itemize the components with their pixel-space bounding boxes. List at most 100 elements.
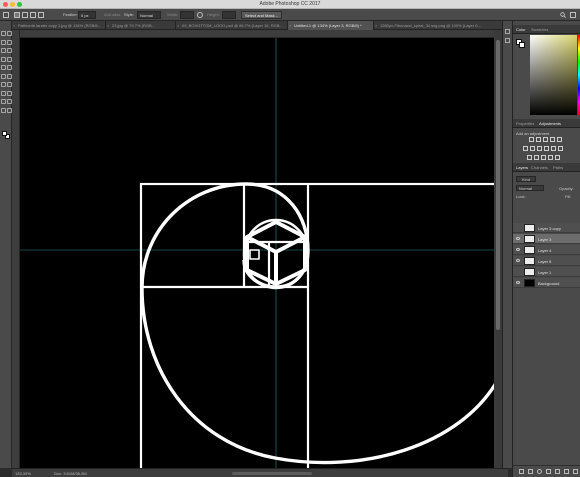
gradient-map-icon[interactable] [548,155,553,160]
tab-document-5[interactable]: × 1280px-Fibonacci_spiral_34.svg.png @ 1… [374,21,508,30]
horizontal-scrollbar[interactable] [232,472,312,475]
hue-saturation-icon[interactable] [523,146,528,151]
style-select[interactable]: Normal [137,11,161,19]
layer-name: Layer 4 [538,248,552,253]
shape-tool-icon[interactable] [6,99,12,104]
lasso-tool-icon[interactable] [1,39,6,45]
tab-channels[interactable]: Channels [531,165,548,170]
layer-style-icon[interactable] [528,469,533,474]
healing-brush-icon[interactable] [1,56,6,62]
tab-adjustments[interactable]: Adjustments [539,121,561,126]
threshold-icon[interactable] [541,155,546,160]
background-color-swatch[interactable] [519,42,525,48]
type-tool-icon[interactable] [6,90,12,96]
levels-icon[interactable] [536,137,541,142]
layer-row[interactable]: Layer 4 [513,245,580,255]
scrollbar-thumb[interactable] [496,40,500,330]
info-panel-icon[interactable] [505,38,510,43]
visibility-eye-icon[interactable] [516,248,520,251]
close-tab-icon[interactable]: × [13,23,15,28]
width-input[interactable] [180,11,194,19]
visibility-eye-icon[interactable] [516,259,520,262]
history-brush-icon[interactable] [6,65,12,70]
quick-select-icon[interactable] [6,39,12,45]
crop-tool-icon[interactable] [1,48,6,53]
gradient-icon[interactable] [6,73,12,79]
search-icon[interactable] [560,12,566,18]
eraser-icon[interactable] [1,73,6,79]
new-selection-icon[interactable] [14,12,20,18]
eyedropper-icon[interactable] [6,48,12,53]
vertical-ruler[interactable] [12,30,20,468]
adjustment-layer-icon[interactable] [546,469,551,474]
tab-document-4[interactable]: × Untitled-1 @ 134% (Layer 3, RGB/8) * [288,21,374,30]
black-white-icon[interactable] [537,146,542,151]
intersect-selection-icon[interactable] [38,12,44,18]
layer-filter-select[interactable]: Kind [516,176,536,182]
close-tab-icon[interactable]: × [107,23,109,28]
new-layer-icon[interactable] [564,469,569,474]
feather-input[interactable]: 0 px [78,11,96,19]
photo-filter-icon[interactable] [544,146,549,151]
document-size[interactable]: Doc: 3.61M/36.0M [54,471,87,476]
marquee-preset-icon[interactable] [3,12,9,18]
subtract-selection-icon[interactable] [30,12,36,18]
move-tool-icon[interactable] [1,31,6,36]
visibility-eye-icon[interactable] [516,281,520,284]
curves-icon[interactable] [543,137,548,142]
tab-color[interactable]: Color [516,27,526,32]
layer-row[interactable]: Layer 5 [513,256,580,266]
new-group-icon[interactable] [555,469,560,474]
trash-icon[interactable] [573,469,578,474]
path-select-icon[interactable] [1,99,6,104]
layer-row[interactable]: Layer 3 [513,234,580,244]
anti-alias-checkbox[interactable]: Anti-alias [104,12,120,17]
brush-tool-icon[interactable] [6,56,12,62]
tab-paths[interactable]: Paths [553,165,563,170]
horizontal-ruler[interactable] [20,30,494,38]
color-field[interactable] [530,35,577,115]
clone-stamp-icon[interactable] [1,65,6,70]
invert-icon[interactable] [527,155,532,160]
history-panel-icon[interactable] [505,29,510,34]
tab-layers[interactable]: Layers [516,165,528,170]
dodge-icon[interactable] [6,82,12,87]
link-layers-icon[interactable] [519,469,524,474]
visibility-eye-icon[interactable] [516,237,520,240]
select-and-mask-button[interactable]: Select and Mask... [241,11,282,19]
height-input[interactable] [222,11,236,19]
tab-swatches[interactable]: Swatches [531,27,548,32]
marquee-tool-icon[interactable] [6,31,12,36]
color-balance-icon[interactable] [530,146,535,151]
brightness-icon[interactable] [529,137,534,142]
blur-icon[interactable] [1,82,6,87]
close-tab-icon[interactable]: × [289,23,291,28]
channel-mixer-icon[interactable] [551,146,556,151]
tab-properties[interactable]: Properties [516,121,534,126]
tab-document-3[interactable]: × 09_BOXOTTOM_LOGO.psd @ 66.7% (Layer 15… [176,21,288,30]
tab-document-1[interactable]: × Pathlorde lander copy 1.jpg @ 134% (RG… [12,21,106,30]
layer-row[interactable]: Background [513,278,580,288]
selective-color-icon[interactable] [555,155,560,160]
close-tab-icon[interactable]: × [177,23,179,28]
hand-tool-icon[interactable] [1,107,6,113]
tab-label: Untitled-1 @ 134% (Layer 3, RGB/8) * [294,23,362,28]
layer-row[interactable]: Layer 1 [513,267,580,277]
workspace-icon[interactable] [570,12,576,18]
swap-dimensions-icon[interactable] [197,12,203,18]
posterize-icon[interactable] [534,155,539,160]
exposure-icon[interactable] [550,137,555,142]
layer-row[interactable]: Layer 3 copy [513,223,580,233]
layer-mask-icon[interactable] [537,469,542,474]
add-selection-icon[interactable] [22,12,28,18]
tab-document-2[interactable]: × 23.jpg @ 79.7% (RGB... [106,21,176,30]
blend-mode-select[interactable]: Normal [516,185,544,191]
color-lookup-icon[interactable] [558,146,563,151]
close-tab-icon[interactable]: × [375,23,377,28]
vibrance-icon[interactable] [557,137,562,142]
document-canvas[interactable] [20,38,494,468]
foreground-color-icon[interactable] [2,131,7,136]
zoom-level[interactable]: 133.33% [15,471,31,476]
zoom-tool-icon[interactable] [6,107,12,113]
pen-tool-icon[interactable] [1,90,6,96]
